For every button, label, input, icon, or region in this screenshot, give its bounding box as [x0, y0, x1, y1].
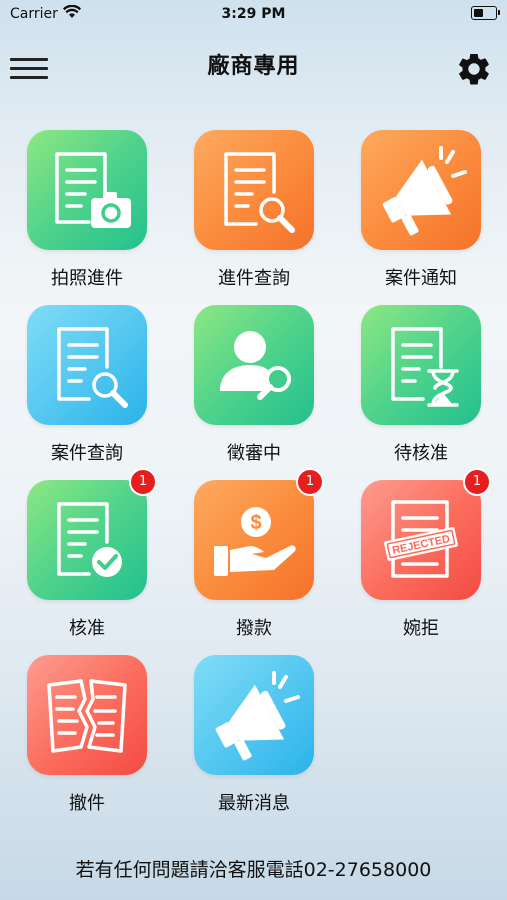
tile-label: 待核准 — [394, 443, 448, 464]
document-search-icon — [224, 152, 295, 233]
tile-under-review[interactable]: 徵審中 — [181, 305, 327, 465]
tile-photo-submit[interactable]: 拍照進件 — [14, 130, 160, 290]
tile-application-query[interactable]: 進件查詢 — [181, 130, 327, 290]
torn-document-icon — [47, 679, 127, 753]
tile-label: 案件通知 — [385, 268, 457, 289]
tile-label: 婉拒 — [403, 618, 439, 639]
document-search-icon — [57, 327, 128, 408]
gear-icon[interactable] — [455, 50, 493, 88]
tile-label: 最新消息 — [218, 793, 290, 814]
document-camera-icon — [55, 152, 131, 228]
svg-text:$: $ — [250, 512, 261, 534]
clock: 3:29 PM — [221, 6, 286, 22]
customer-service-footer: 若有任何問題請洽客服電話02-27658000 — [75, 859, 432, 881]
document-hourglass-icon — [391, 327, 459, 407]
tile-pending-approval[interactable]: 待核准 — [348, 305, 494, 465]
tile-label: 進件查詢 — [218, 268, 290, 289]
tile-withdraw[interactable]: 撤件 — [14, 655, 160, 815]
megaphone-icon — [215, 671, 300, 761]
tile-label: 核准 — [69, 618, 105, 639]
nav-header: 廠商專用 — [0, 28, 507, 104]
tile-rejected[interactable]: REJECTED 1 婉拒 — [348, 468, 494, 640]
status-bar: Carrier 3:29 PM — [0, 0, 507, 28]
tile-approved[interactable]: 1 核准 — [14, 468, 160, 640]
tile-label: 撥款 — [236, 618, 272, 639]
notification-badge: 1 — [129, 468, 157, 496]
rejected-document-icon: REJECTED — [384, 500, 458, 578]
tile-label: 撤件 — [69, 793, 105, 814]
tile-label: 拍照進件 — [51, 268, 123, 289]
money-hand-icon: $ — [214, 507, 296, 576]
document-check-icon — [57, 502, 122, 577]
page-title: 廠商專用 — [207, 54, 300, 79]
tile-label: 徵審中 — [227, 443, 281, 464]
megaphone-icon — [382, 146, 467, 236]
battery-icon — [471, 6, 500, 20]
tile-disbursement[interactable]: $ 1 撥款 — [181, 468, 327, 640]
notification-badge: 1 — [463, 468, 491, 496]
notification-badge: 1 — [296, 468, 324, 496]
tile-case-query[interactable]: 案件查詢 — [14, 305, 160, 465]
tile-label: 案件查詢 — [51, 443, 123, 464]
tile-latest-news[interactable]: 最新消息 — [181, 655, 327, 815]
user-search-icon — [220, 331, 291, 400]
tile-case-notice[interactable]: 案件通知 — [348, 130, 494, 290]
